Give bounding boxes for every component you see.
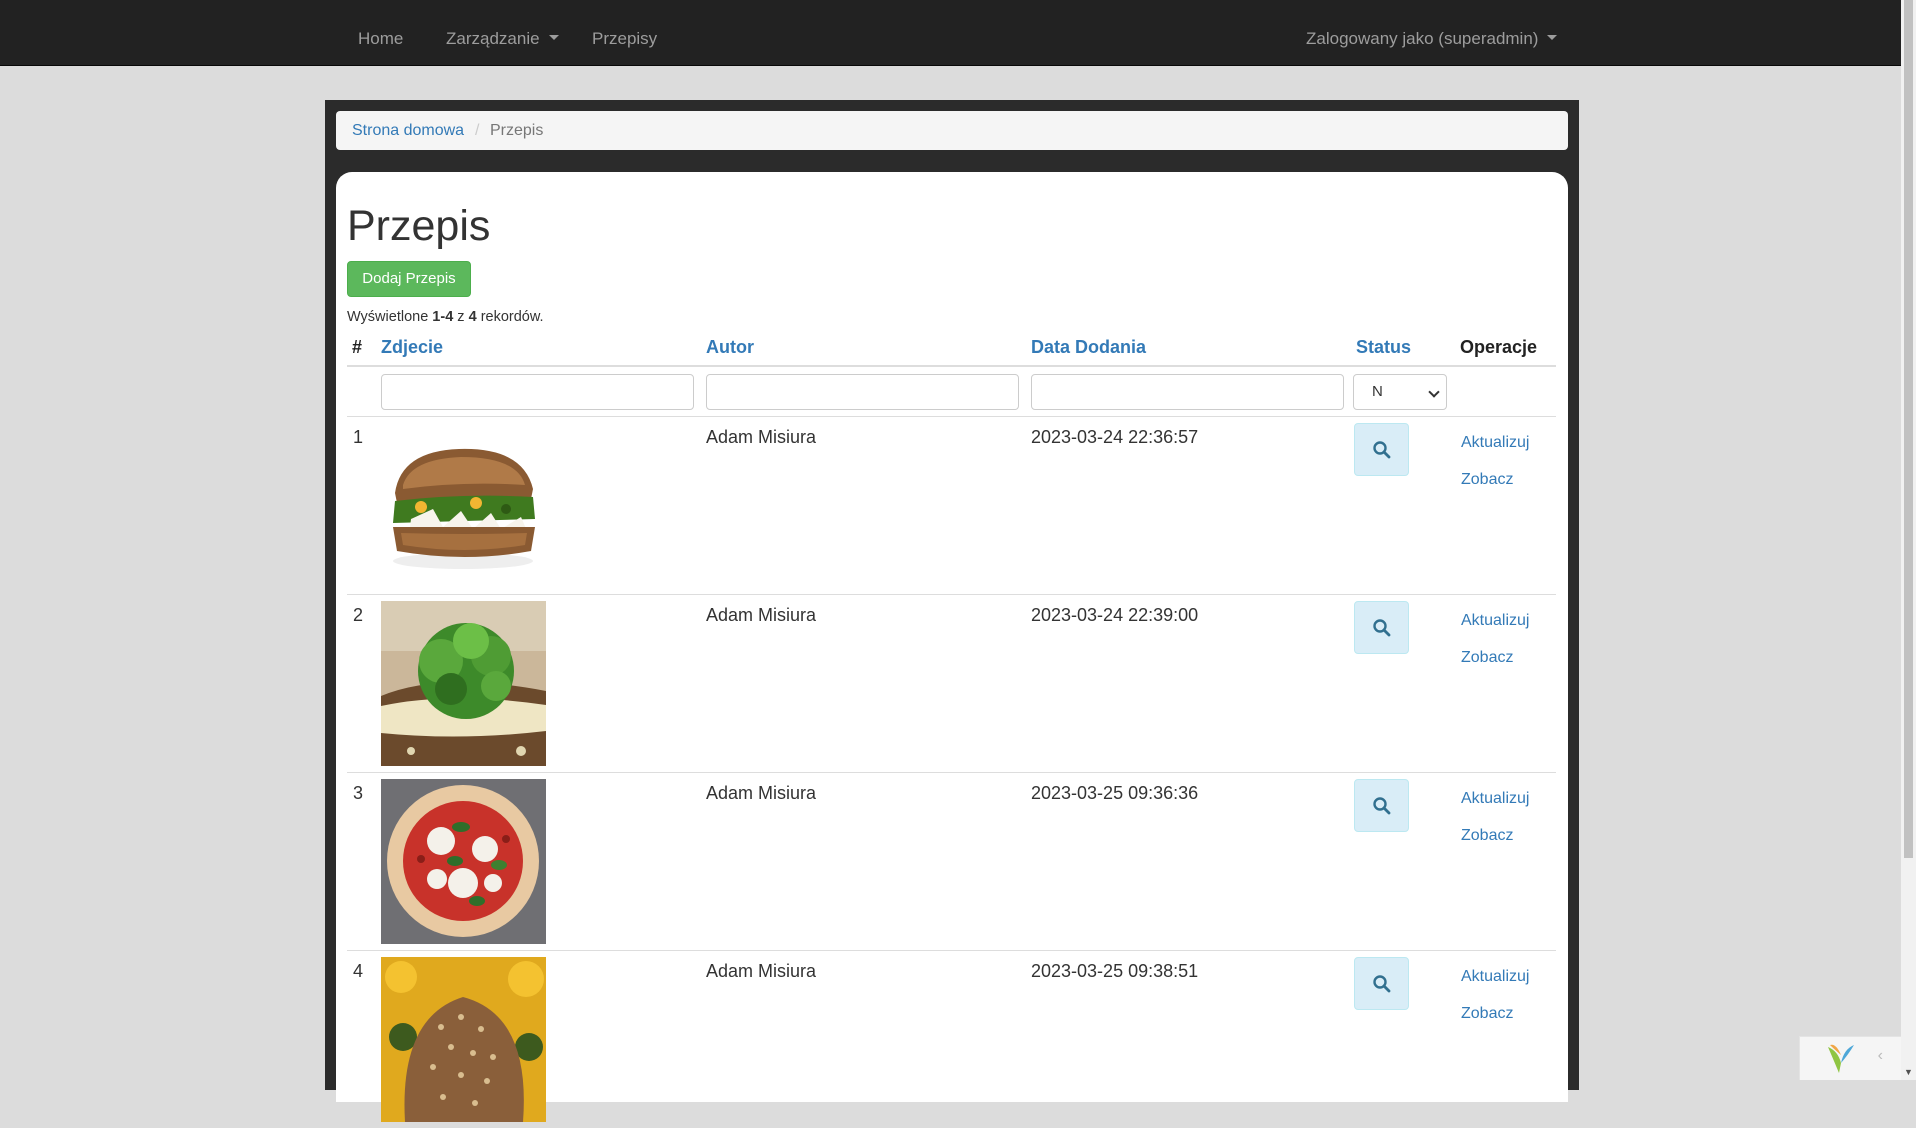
chevron-left-icon: ‹ bbox=[1877, 1047, 1883, 1064]
caret-down-icon bbox=[1547, 35, 1558, 41]
search-icon bbox=[1373, 975, 1391, 993]
row-date: 2023-03-24 22:39:00 bbox=[1031, 605, 1199, 625]
update-link[interactable]: Aktualizuj bbox=[1461, 790, 1529, 808]
view-link[interactable]: Zobacz bbox=[1461, 471, 1513, 489]
nav-recipes[interactable]: Przepisy bbox=[592, 0, 657, 65]
page-title: Przepis bbox=[347, 202, 491, 250]
content-panel: Przepis Dodaj Przepis Wyświetlone 1-4 z … bbox=[336, 172, 1568, 1122]
nav-management-dropdown[interactable]: Zarządzanie bbox=[446, 0, 559, 65]
header-divider bbox=[347, 365, 1556, 367]
summary-suffix: rekordów. bbox=[480, 309, 544, 325]
header-photo-sort[interactable]: Zdjecie bbox=[381, 336, 443, 358]
table-row: 2 Adam Misiura 2023-03-24 22:39:00 Aktua… bbox=[347, 595, 1556, 772]
search-icon bbox=[1373, 797, 1391, 815]
table-row: 4 Adam Misiura 2023-03-25 09:38:51 Aktua… bbox=[347, 951, 1556, 1128]
seed-bread-photo bbox=[381, 957, 546, 1122]
top-navbar: Home Zarządzanie Przepisy Zalogowany jak… bbox=[0, 0, 1901, 66]
summary-prefix: Wyświetlone bbox=[347, 309, 429, 325]
green-bread-photo bbox=[381, 601, 546, 766]
debug-toolbar-toggle[interactable]: ‹ bbox=[1799, 1036, 1901, 1080]
status-search-button[interactable] bbox=[1354, 779, 1409, 832]
chevron-down-icon bbox=[1428, 386, 1440, 398]
table-row: 1 Adam Misiura 2023-03-24 22:36:57 Aktua… bbox=[347, 417, 1556, 594]
row-date: 2023-03-24 22:36:57 bbox=[1031, 427, 1199, 447]
view-link[interactable]: Zobacz bbox=[1461, 827, 1513, 845]
row-number: 4 bbox=[353, 961, 364, 981]
add-recipe-button[interactable]: Dodaj Przepis bbox=[347, 261, 471, 297]
scroll-down-arrow-icon[interactable]: ▼ bbox=[1901, 1065, 1916, 1080]
row-author: Adam Misiura bbox=[706, 605, 817, 625]
status-search-button[interactable] bbox=[1354, 957, 1409, 1010]
header-operations: Operacje bbox=[1460, 337, 1538, 357]
summary-total: 4 bbox=[468, 309, 477, 325]
search-icon bbox=[1373, 619, 1391, 637]
summary-middle: z bbox=[457, 309, 465, 325]
update-link[interactable]: Aktualizuj bbox=[1461, 968, 1529, 986]
sandwich-photo bbox=[381, 423, 546, 588]
row-date: 2023-03-25 09:36:36 bbox=[1031, 783, 1199, 803]
status-search-button[interactable] bbox=[1354, 601, 1409, 654]
summary-range: 1-4 bbox=[432, 309, 454, 325]
grid-summary: Wyświetlone 1-4 z 4 rekordów. bbox=[347, 309, 544, 325]
content-wrapper: Strona domowa / Przepis Przepis Dodaj Pr… bbox=[325, 100, 1579, 1122]
filter-status-value: N bbox=[1372, 383, 1383, 400]
update-link[interactable]: Aktualizuj bbox=[1461, 612, 1529, 630]
row-number: 3 bbox=[353, 783, 364, 803]
nav-user-dropdown[interactable]: Zalogowany jako (superadmin) bbox=[1306, 0, 1558, 65]
header-number: # bbox=[352, 337, 363, 357]
yii-logo-icon bbox=[1828, 1044, 1854, 1073]
pizza-photo bbox=[381, 779, 546, 944]
nav-user-label: Zalogowany jako (superadmin) bbox=[1306, 29, 1539, 48]
caret-down-icon bbox=[548, 35, 559, 41]
header-author-sort[interactable]: Autor bbox=[706, 336, 754, 358]
nav-management-label: Zarządzanie bbox=[446, 29, 540, 48]
row-author: Adam Misiura bbox=[706, 783, 817, 803]
filter-date-input[interactable] bbox=[1031, 374, 1344, 410]
view-link[interactable]: Zobacz bbox=[1461, 649, 1513, 667]
breadcrumb: Strona domowa / Przepis bbox=[336, 111, 1568, 150]
view-link[interactable]: Zobacz bbox=[1461, 1005, 1513, 1023]
header-status-sort[interactable]: Status bbox=[1356, 336, 1411, 358]
breadcrumb-separator: / bbox=[475, 122, 480, 139]
status-search-button[interactable] bbox=[1354, 423, 1409, 476]
row-date: 2023-03-25 09:38:51 bbox=[1031, 961, 1199, 981]
nav-home[interactable]: Home bbox=[358, 0, 403, 65]
breadcrumb-home-link[interactable]: Strona domowa bbox=[352, 111, 464, 150]
search-icon bbox=[1373, 441, 1391, 459]
row-author: Adam Misiura bbox=[706, 427, 817, 447]
header-date-sort[interactable]: Data Dodania bbox=[1031, 336, 1146, 358]
filter-author-input[interactable] bbox=[706, 374, 1019, 410]
filter-status-select[interactable]: N bbox=[1353, 374, 1447, 410]
breadcrumb-current: Przepis bbox=[490, 122, 544, 139]
row-number: 1 bbox=[353, 427, 364, 447]
row-number: 2 bbox=[353, 605, 364, 625]
page-scrollbar[interactable]: ▼ bbox=[1901, 0, 1916, 1080]
scrollbar-thumb[interactable] bbox=[1904, 0, 1913, 858]
table-row: 3 Adam Misiura 2023-03-25 09:36:36 Aktua… bbox=[347, 773, 1556, 950]
row-author: Adam Misiura bbox=[706, 961, 817, 981]
update-link[interactable]: Aktualizuj bbox=[1461, 434, 1529, 452]
filter-photo-input[interactable] bbox=[381, 374, 694, 410]
